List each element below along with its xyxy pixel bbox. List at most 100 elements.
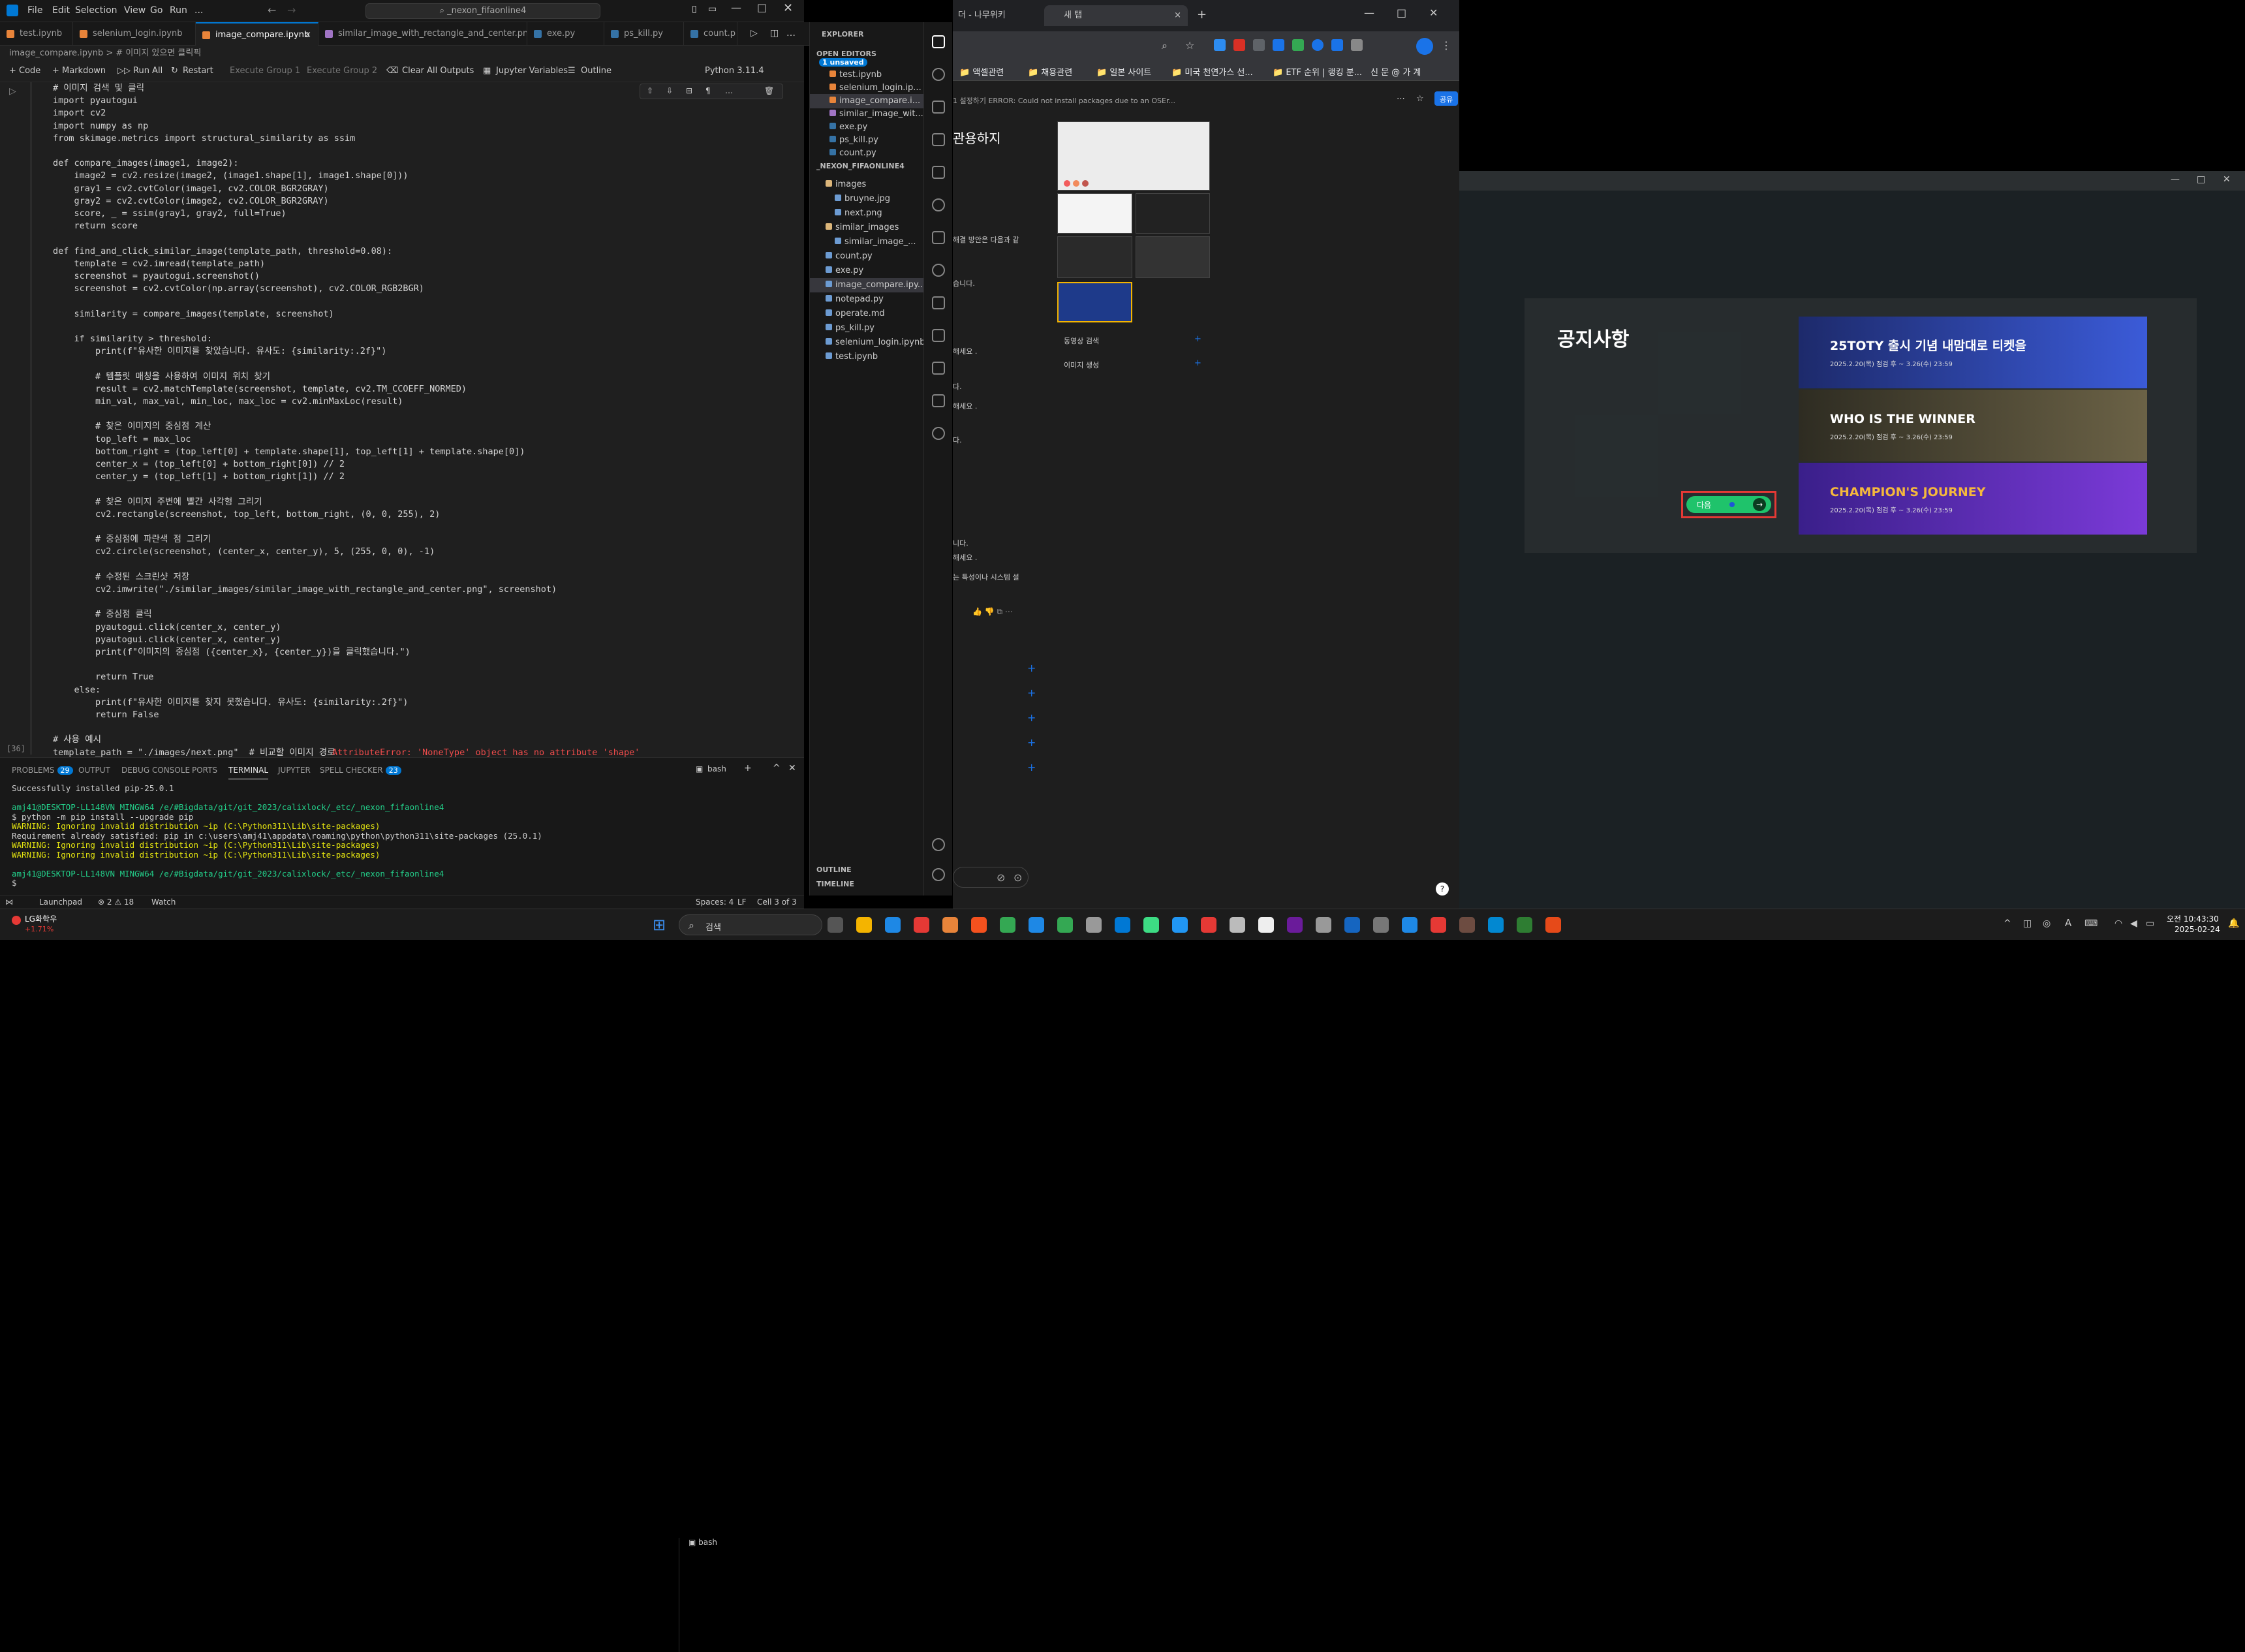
open-editor-item[interactable]: exe.py	[810, 120, 924, 134]
clock-date[interactable]: 2025-02-24	[2175, 925, 2220, 934]
extension-icon[interactable]	[1253, 39, 1265, 51]
share-button[interactable]: 공유	[1434, 91, 1459, 106]
maximize-icon[interactable]: □	[757, 1, 767, 14]
taskbar-app-icon[interactable]	[1172, 917, 1188, 933]
settings-gear-icon[interactable]	[932, 868, 945, 881]
minimize-icon[interactable]: —	[731, 1, 741, 14]
run-debug-icon[interactable]	[932, 133, 945, 146]
taskbar-app-icon[interactable]	[1459, 917, 1475, 933]
extension-icon[interactable]	[1273, 39, 1284, 51]
explorer-icon[interactable]	[932, 35, 945, 48]
run-above-icon[interactable]: ⇧	[647, 86, 653, 95]
bookmark-folder[interactable]: 📁 채용관련	[1028, 65, 1072, 78]
watch-button[interactable]: Watch	[151, 897, 176, 907]
tree-file[interactable]: similar_image_...	[810, 235, 924, 249]
panel-tab-spell-checker[interactable]: SPELL CHECKER 23	[320, 766, 401, 775]
menu-more[interactable]: ...	[194, 5, 203, 16]
jupyter-variables-button[interactable]: Jupyter Variables	[496, 66, 568, 76]
account-icon[interactable]	[932, 838, 945, 851]
code-line[interactable]: def compare_images(image1, image2):	[53, 157, 238, 170]
new-tab-icon[interactable]: +	[1197, 8, 1207, 22]
code-line[interactable]: print(f"유사한 이미지를 찾지 못했습니다. 유사도: {similar…	[53, 696, 408, 709]
code-line[interactable]: center_y = (top_left[1] + bottom_right[1…	[53, 471, 345, 483]
code-line[interactable]: pyautogui.click(center_x, center_y)	[53, 621, 281, 634]
tree-file[interactable]: operate.md	[810, 307, 924, 321]
code-line[interactable]: import numpy as np	[53, 120, 148, 132]
minimize-icon[interactable]: —	[1364, 7, 1374, 19]
code-line[interactable]: # 이미지 검색 및 클릭	[53, 82, 144, 95]
maximize-icon[interactable]: □	[2197, 174, 2205, 185]
close-icon[interactable]: ✕	[1429, 7, 1438, 19]
code-line[interactable]: # 찾은 이미지 주변에 빨간 사각형 그리기	[53, 496, 262, 508]
split-cell-icon[interactable]: ⊟	[686, 86, 692, 95]
open-editor-item[interactable]: similar_image_wit...	[810, 107, 924, 121]
menu-run[interactable]: Run	[170, 5, 187, 16]
tab-similar-image-png[interactable]: similar_image_with_rectangle_and_center.…	[318, 22, 527, 46]
screenshot-thumbnail[interactable]	[1057, 236, 1132, 278]
code-line[interactable]: import pyautogui	[53, 95, 138, 107]
restart-button[interactable]: Restart	[183, 66, 213, 76]
help-icon[interactable]: ?	[1436, 882, 1449, 896]
search-icon[interactable]	[932, 68, 945, 81]
remote-icon[interactable]: ⋈	[5, 897, 13, 907]
feedback-icons[interactable]: 👍 👎 ⧉ ⋯	[972, 607, 1013, 617]
panel-tab-debug-console[interactable]: DEBUG CONSOLE	[121, 766, 190, 775]
code-line[interactable]: return score	[53, 220, 138, 232]
code-line[interactable]: return False	[53, 709, 159, 721]
browser-menu-icon[interactable]: ⋮	[1441, 39, 1451, 52]
delete-cell-icon[interactable]: 🗑	[764, 86, 774, 95]
menu-selection[interactable]: Selection	[75, 5, 117, 16]
menu-go[interactable]: Go	[150, 5, 163, 16]
code-line[interactable]: # 중심점 클릭	[53, 608, 152, 621]
eol-status[interactable]: LF	[737, 897, 747, 907]
windows-start-icon[interactable]: ⊞	[653, 916, 671, 934]
tree-file[interactable]: notepad.py	[810, 292, 924, 307]
nav-back-icon[interactable]: ←	[268, 4, 276, 16]
maximize-icon[interactable]: □	[1397, 7, 1406, 19]
open-editor-item[interactable]: selenium_login.ip...	[810, 81, 924, 95]
tab-count-py[interactable]: count.p	[684, 22, 737, 46]
maximize-panel-icon[interactable]: ^	[773, 763, 781, 773]
open-editor-item[interactable]: ps_kill.py	[810, 133, 924, 148]
taskbar-app-icon[interactable]	[1431, 917, 1446, 933]
taskbar-app-icon[interactable]	[1517, 917, 1532, 933]
jupyter-icon[interactable]	[932, 296, 945, 309]
taskbar-app-icon[interactable]	[942, 917, 958, 933]
notifications-icon[interactable]: 🔔	[2228, 918, 2239, 929]
command-center-search[interactable]: ⌕ _nexon_fifaonline4	[365, 3, 600, 19]
timeline-section[interactable]: TIMELINE	[816, 880, 854, 888]
code-line[interactable]: from skimage.metrics import structural_s…	[53, 132, 355, 145]
menu-file[interactable]: File	[27, 5, 42, 16]
add-icon[interactable]: +	[1027, 736, 1036, 749]
tray-app-icon[interactable]: ◫	[2023, 918, 2032, 929]
screenshot-thumbnail[interactable]	[1057, 193, 1132, 234]
extension-icon[interactable]	[1214, 39, 1226, 51]
menu-view[interactable]: View	[124, 5, 146, 16]
add-icon[interactable]: +	[1027, 687, 1036, 699]
add-markdown-cell-button[interactable]: + Markdown	[52, 66, 106, 76]
send-icon[interactable]: ⊙	[1014, 871, 1022, 884]
terminal-output[interactable]: Successfully installed pip-25.0.1 amj41@D…	[0, 784, 672, 895]
terminal-title[interactable]: bash	[707, 764, 726, 773]
taskbar-app-icon[interactable]	[1316, 917, 1331, 933]
code-line[interactable]: gray1 = cv2.cvtColor(image1, cv2.COLOR_B…	[53, 183, 329, 195]
taskbar-app-icon[interactable]	[1344, 917, 1360, 933]
tray-app-icon[interactable]: ◎	[2043, 918, 2051, 929]
tree-file[interactable]: next.png	[810, 206, 924, 221]
tree-file[interactable]: ps_kill.py	[810, 321, 924, 335]
taskbar-app-icon[interactable]	[1000, 917, 1015, 933]
pin-icon[interactable]: ☆	[1416, 94, 1424, 104]
input-lang-indicator[interactable]: A	[2065, 917, 2071, 929]
attach-icon[interactable]: ⊘	[997, 871, 1005, 884]
python-icon[interactable]	[932, 329, 945, 342]
tree-file[interactable]: exe.py	[810, 264, 924, 278]
bookmark-folder[interactable]: 📁 일본 사이트	[1096, 65, 1151, 78]
code-line[interactable]: # 찾은 이미지의 중심점 계산	[53, 420, 211, 433]
extension-icon[interactable]	[1312, 39, 1324, 51]
indentation-status[interactable]: Spaces: 4	[696, 897, 734, 907]
menu-image-create[interactable]: 이미지 생성	[1064, 360, 1099, 370]
tree-folder[interactable]: similar_images	[810, 221, 924, 235]
cell-status[interactable]: Cell 3 of 3	[757, 897, 797, 907]
add-code-cell-button[interactable]: + Code	[9, 66, 40, 76]
notice-banner-winner[interactable]: WHO IS THE WINNER 2025.2.20(목) 점검 후 ~ 3.…	[1799, 390, 2147, 461]
